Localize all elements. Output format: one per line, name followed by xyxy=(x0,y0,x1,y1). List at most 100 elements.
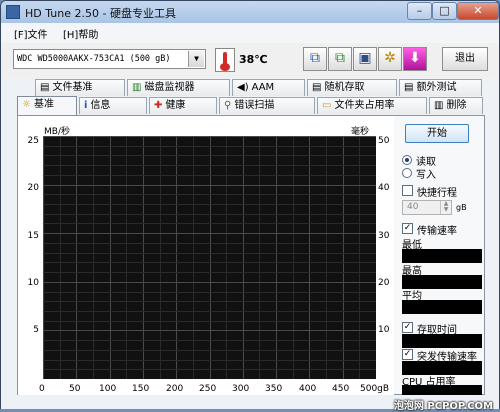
start-button[interactable]: 开始 xyxy=(405,124,469,143)
copy-text-button[interactable]: ⧉ xyxy=(303,47,327,71)
x-tick-label: 200 xyxy=(166,384,184,394)
info-icon: i xyxy=(84,100,88,111)
maximize-button[interactable]: □ xyxy=(432,2,457,20)
arrow-down-icon: ⬇ xyxy=(409,50,421,66)
document-icon: ▤ xyxy=(404,82,414,93)
access-time-checkbox[interactable]: ✓ xyxy=(402,322,413,333)
close-button[interactable]: ✕ xyxy=(457,2,499,20)
tab-label: 文件夹占用率 xyxy=(334,100,395,111)
spin-arrows-icon[interactable]: ▲ ▼ xyxy=(440,201,451,214)
title-bar: HD Tune 2.50 - 硬盘专业工具 – □ ✕ xyxy=(1,1,499,23)
cpu-usage-value-box xyxy=(402,385,482,395)
short-stroke-unit: gB xyxy=(456,203,467,212)
clipboard-icon: ⧉ xyxy=(335,50,345,66)
check-icon: ✓ xyxy=(403,349,412,359)
minimize-button[interactable]: – xyxy=(407,2,432,20)
tab-label: 额外测试 xyxy=(416,82,457,93)
tab-label: AAM xyxy=(251,82,275,93)
options-button[interactable]: ✲ xyxy=(378,47,402,71)
save-button[interactable]: ▣ xyxy=(353,47,377,71)
avg-value-box xyxy=(402,300,482,314)
read-radio[interactable] xyxy=(402,155,412,165)
tab-label: 信息 xyxy=(90,100,111,111)
tab-health[interactable]: ✚ 健康 xyxy=(149,97,217,114)
tab-benchmark[interactable]: ☼ 基准 xyxy=(17,96,77,115)
x-tick-label: 350 xyxy=(265,384,283,394)
x-tick-label: 100 xyxy=(99,384,117,394)
menu-bar: [F]文件 [H]帮助 xyxy=(1,23,499,43)
y-left-tick-label: 5 xyxy=(33,325,39,335)
floppy-disk-icon: ▣ xyxy=(358,50,372,66)
transfer-rate-label: 传输速率 xyxy=(417,226,457,237)
write-label: 写入 xyxy=(416,170,436,181)
tab-label: 基准 xyxy=(33,99,54,110)
y-right-tick-label: 20 xyxy=(378,278,390,288)
tab-label: 磁盘监视器 xyxy=(144,82,195,93)
copy-screenshot-button[interactable]: ⧉ xyxy=(328,47,352,71)
tab-file-benchmark[interactable]: ▤ 文件基准 xyxy=(35,79,125,96)
transfer-rate-checkbox[interactable]: ✓ xyxy=(402,223,413,234)
access-time-value-box xyxy=(402,334,482,348)
temperature-readout: 38℃ xyxy=(239,53,268,66)
tab-disk-monitor[interactable]: ▥ 磁盘监视器 xyxy=(127,79,230,96)
bar-chart-icon: ▥ xyxy=(132,82,142,93)
y-left-tick-label: 20 xyxy=(27,183,39,193)
x-tick-label: 250 xyxy=(199,384,217,394)
y-left-tick-label: 10 xyxy=(27,278,39,288)
short-stroke-spinner[interactable]: 40 ▲ ▼ xyxy=(402,200,452,215)
tab-strip: ▤ 文件基准 ▥ 磁盘监视器 ◀) AAM ▤ 随机存取 ▤ 额外测试 ☼ 基准 i 信息 ✚… xyxy=(17,79,483,115)
short-stroke-checkbox[interactable] xyxy=(402,185,413,196)
tab-random-access[interactable]: ▤ 随机存取 xyxy=(307,79,397,96)
speaker-icon: ◀) xyxy=(237,82,249,93)
short-stroke-value: 40 xyxy=(407,202,419,212)
drive-select[interactable]: WDC WD5000AAKX-753CA1 (500 gB) ▼ xyxy=(13,49,206,69)
folder-icon: ▭ xyxy=(322,100,332,111)
magnifier-icon: ⚲ xyxy=(224,100,232,111)
document-icon: ▤ xyxy=(312,82,322,93)
tab-label: 健康 xyxy=(165,100,186,111)
tab-info[interactable]: i 信息 xyxy=(79,97,147,114)
y-left-tick-label: 25 xyxy=(27,136,39,146)
tab-error-scan[interactable]: ⚲ 错误扫描 xyxy=(219,97,315,114)
site-watermark: 泡泡网 PCPOP.COM xyxy=(393,401,493,412)
burst-rate-checkbox[interactable]: ✓ xyxy=(402,349,413,360)
chevron-down-icon[interactable]: ▼ xyxy=(188,51,204,67)
lightbulb-icon: ☼ xyxy=(22,99,31,110)
copy-icon: ⧉ xyxy=(310,50,320,66)
app-icon xyxy=(6,5,20,19)
x-tick-label: 500gB xyxy=(360,384,390,394)
y-left-tick-label: 15 xyxy=(27,231,39,241)
download-button[interactable]: ⬇ xyxy=(403,47,427,71)
tab-aam[interactable]: ◀) AAM xyxy=(232,79,305,96)
app-window: HD Tune 2.50 - 硬盘专业工具 – □ ✕ [F]文件 [H]帮助 … xyxy=(0,0,500,412)
short-stroke-label: 快捷行程 xyxy=(417,188,457,199)
tab-erase[interactable]: ▥ 删除 xyxy=(429,97,483,114)
trash-icon: ▥ xyxy=(434,100,444,111)
tab-folder-usage[interactable]: ▭ 文件夹占用率 xyxy=(317,97,427,114)
x-tick-label: 400 xyxy=(299,384,317,394)
benchmark-controls: 开始 读取 写入 快捷行程 40 ▲ ▼ gB ✓ 传输速率 最低 最高 平均 ✓… xyxy=(398,116,486,395)
benchmark-chart: MB/秒 毫秒 25 20 15 10 5 50 40 30 20 10 0 5… xyxy=(18,116,394,395)
y-right-tick-label: 40 xyxy=(378,183,390,193)
chart-grid xyxy=(43,136,376,379)
tab-extra-tests[interactable]: ▤ 额外测试 xyxy=(399,79,482,96)
tab-label: 删除 xyxy=(446,100,467,111)
x-tick-label: 50 xyxy=(69,384,81,394)
thermometer-icon xyxy=(215,48,235,72)
exit-button[interactable]: 退出 xyxy=(442,47,488,71)
check-icon: ✓ xyxy=(403,322,412,332)
menu-file[interactable]: [F]文件 xyxy=(14,26,48,41)
red-cross-icon: ✚ xyxy=(154,100,163,111)
menu-help[interactable]: [H]帮助 xyxy=(63,26,98,41)
tab-label: 文件基准 xyxy=(52,82,93,93)
y-right-tick-label: 30 xyxy=(378,231,390,241)
write-radio[interactable] xyxy=(402,168,412,178)
y-right-tick-label: 10 xyxy=(378,325,390,335)
min-value-box xyxy=(402,249,482,263)
y-right-tick-label: 50 xyxy=(378,136,390,146)
benchmark-panel: MB/秒 毫秒 25 20 15 10 5 50 40 30 20 10 0 5… xyxy=(17,115,485,395)
toolbar: WDC WD5000AAKX-753CA1 (500 gB) ▼ 38℃ ⧉ ⧉… xyxy=(1,43,499,77)
x-tick-label: 0 xyxy=(39,384,45,394)
x-tick-label: 150 xyxy=(132,384,150,394)
drive-select-value: WDC WD5000AAKX-753CA1 (500 gB) xyxy=(17,54,171,64)
